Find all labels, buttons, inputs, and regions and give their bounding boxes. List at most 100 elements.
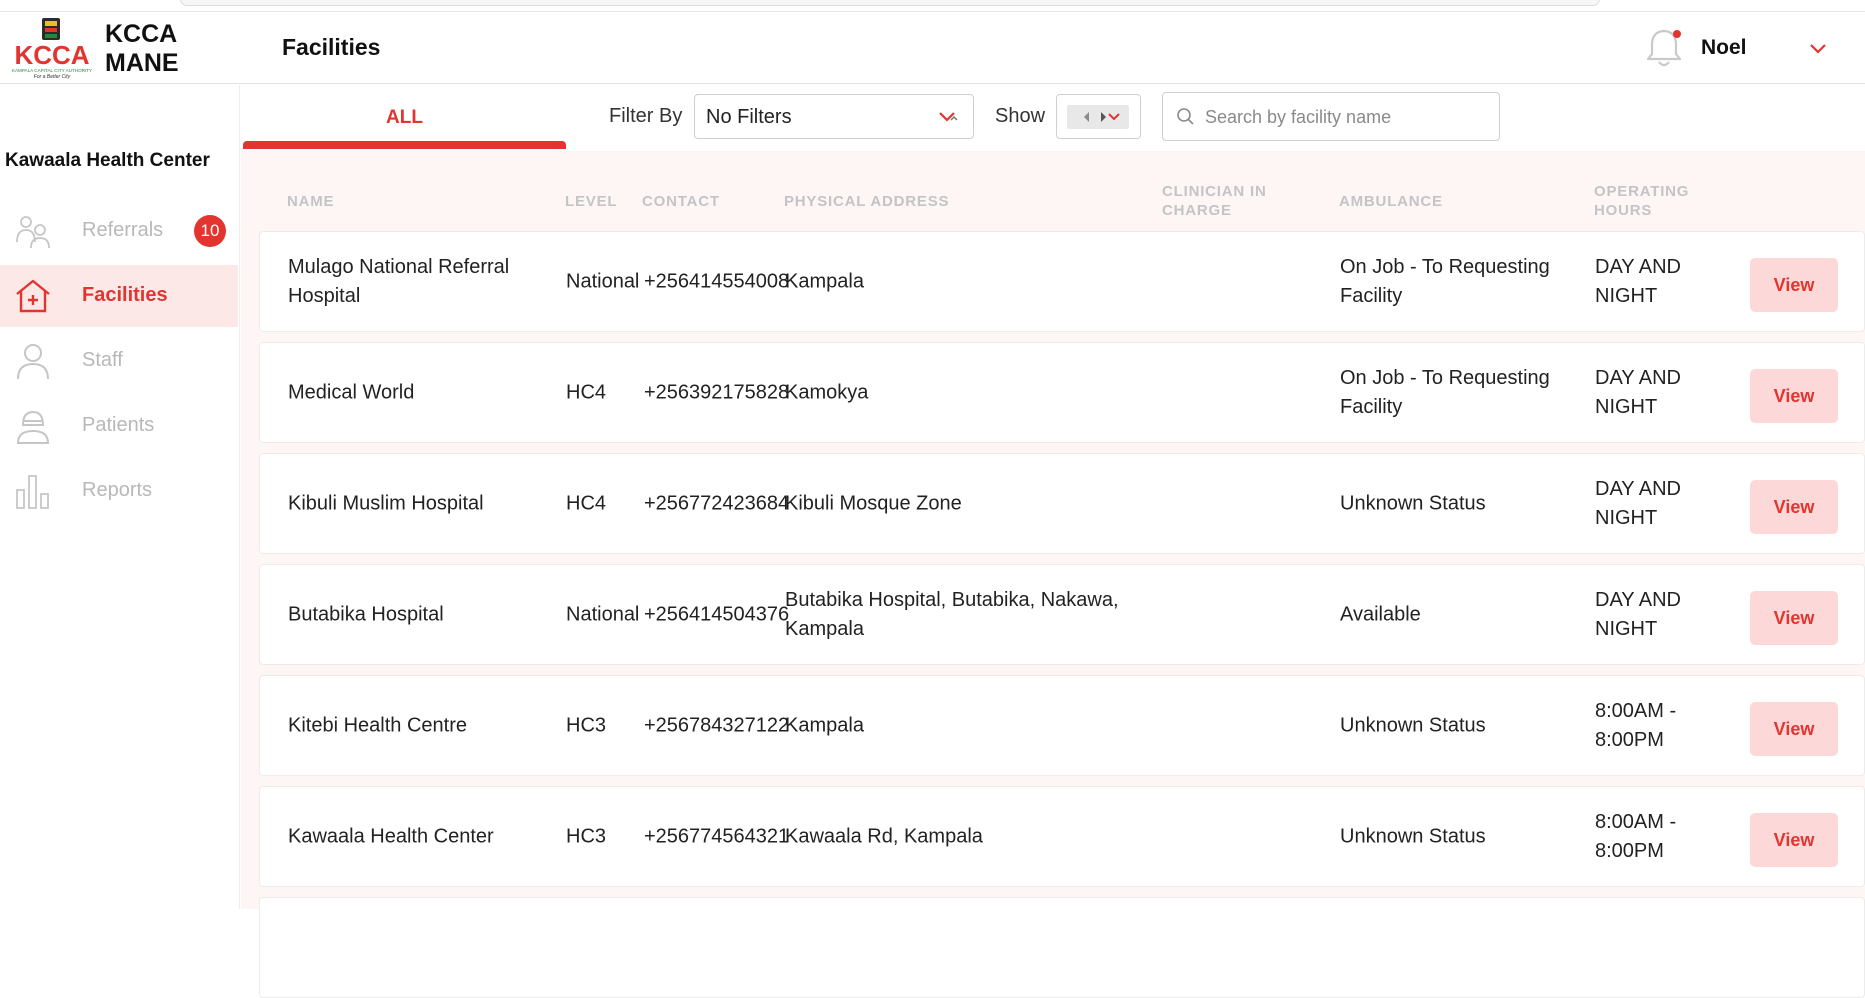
facility-name-cell: Kibuli Muslim Hospital: [288, 492, 484, 514]
view-button[interactable]: View: [1750, 813, 1838, 867]
table-row[interactable]: Medical World HC4 +256392175828 Kamokya …: [259, 342, 1865, 443]
ambulance-status-cell: Unknown Status: [1340, 714, 1486, 736]
sidebar-item-label: Facilities: [82, 284, 168, 306]
contact-cell: +256414504376: [644, 603, 790, 625]
address-cell: Kawaala Rd, Kampala: [785, 825, 983, 847]
operating-hours-cell: 8:00AM - 8:00PM: [1595, 810, 1677, 862]
logo-subtext: KAMPALA CAPITAL CITY AUTHORITY: [12, 68, 92, 73]
ambulance-status-cell: On Job - To Requesting Facility: [1340, 366, 1550, 418]
level-cell: National: [566, 270, 640, 292]
search-icon: [1177, 108, 1194, 125]
main-content: ALL Filter By No Filters Show Search by …: [241, 85, 1865, 998]
view-button[interactable]: View: [1750, 702, 1838, 756]
operating-hours-cell: 8:00AM - 8:00PM: [1595, 699, 1677, 751]
address-cell: Kampala: [785, 270, 864, 292]
view-button[interactable]: View: [1750, 258, 1838, 312]
contact-cell: +256772423684: [644, 492, 790, 514]
show-label: Show: [995, 105, 1046, 127]
sidebar-item-reports[interactable]: Reports: [0, 460, 238, 522]
search-input[interactable]: [1205, 103, 1485, 131]
facility-name-cell: Butabika Hospital: [288, 603, 444, 625]
level-cell: HC3: [566, 714, 607, 736]
browser-top-strip: [0, 0, 1865, 12]
chevron-down-icon[interactable]: [1808, 42, 1828, 56]
contact-cell: +256414554008: [644, 270, 790, 292]
tab-all-label: ALL: [386, 107, 423, 128]
view-button[interactable]: View: [1750, 480, 1838, 534]
sidebar-item-facilities[interactable]: Facilities: [0, 265, 238, 327]
address-bar-edge: [180, 0, 1600, 6]
column-header-name[interactable]: NAME: [287, 192, 334, 211]
bar-chart-icon: [14, 472, 52, 510]
filter-select-value: No Filters: [706, 106, 792, 128]
ambulance-status-cell: On Job - To Requesting Facility: [1340, 255, 1550, 307]
show-select-stepper[interactable]: [1067, 105, 1129, 129]
column-header-clinician[interactable]: CLINICIAN IN CHARGE: [1162, 182, 1292, 220]
facility-name-cell: Medical World: [288, 381, 415, 403]
brand-line-2: MANE: [105, 49, 179, 77]
show-count-select[interactable]: [1056, 94, 1141, 139]
facility-name-cell: Kawaala Health Center: [288, 825, 494, 847]
ambulance-status-cell: Available: [1340, 603, 1421, 625]
contact-cell: +256784327122: [644, 714, 790, 736]
sidebar: Kawaala Health Center Referrals 10 Facil…: [0, 85, 240, 909]
sidebar-item-referrals[interactable]: Referrals 10: [0, 200, 238, 262]
patient-icon: [14, 407, 52, 445]
table-row[interactable]: Kawaala Health Center HC3 +256774564321 …: [259, 786, 1865, 887]
logo-text: KCCA: [14, 40, 89, 70]
referrals-count-badge: 10: [194, 215, 226, 247]
table-row[interactable]: Mulago National Referral Hospital Nation…: [259, 231, 1865, 332]
operating-hours-cell: DAY AND NIGHT: [1595, 477, 1681, 529]
table-header: NAME LEVEL CONTACT PHYSICAL ADDRESS CLIN…: [241, 151, 1865, 231]
column-header-hours[interactable]: OPERATING HOURS: [1594, 182, 1704, 220]
address-cell: Kamokya: [785, 381, 869, 403]
level-cell: National: [566, 603, 640, 625]
sidebar-item-patients[interactable]: Patients: [0, 395, 238, 457]
app-header: KCCA KAMPALA CAPITAL CITY AUTHORITY For …: [0, 12, 1865, 84]
address-cell: Butabika Hospital, Butabika, Nakawa, Kam…: [785, 588, 1119, 640]
operating-hours-cell: DAY AND NIGHT: [1595, 366, 1681, 418]
notification-dot: [1673, 30, 1681, 38]
filter-by-label: Filter By: [609, 105, 683, 127]
column-header-level[interactable]: LEVEL: [565, 192, 617, 211]
address-cell: Kibuli Mosque Zone: [785, 492, 962, 514]
filter-select[interactable]: No Filters: [694, 94, 974, 139]
tab-all[interactable]: ALL: [242, 85, 567, 151]
column-header-contact[interactable]: CONTACT: [642, 192, 720, 211]
facility-name-cell: Kitebi Health Centre: [288, 714, 467, 736]
logo-tagline: For a Better City: [34, 74, 71, 80]
app-brand: KCCA MANE: [105, 20, 179, 78]
address-cell: Kampala: [785, 714, 864, 736]
ambulance-status-cell: Unknown Status: [1340, 825, 1486, 847]
user-name[interactable]: Noel: [1701, 36, 1747, 60]
facilities-table: NAME LEVEL CONTACT PHYSICAL ADDRESS CLIN…: [241, 151, 1865, 998]
level-cell: HC4: [566, 492, 607, 514]
brand-line-1: KCCA: [105, 20, 178, 48]
view-button[interactable]: View: [1750, 369, 1838, 423]
referrals-icon: [14, 212, 52, 250]
sidebar-item-label: Reports: [82, 479, 153, 501]
contact-cell: +256774564321: [644, 825, 790, 847]
facility-name-cell: Mulago National Referral Hospital: [288, 255, 510, 307]
sidebar-item-staff[interactable]: Staff: [0, 330, 238, 392]
active-tab-indicator: [243, 141, 566, 149]
sidebar-item-label: Referrals: [82, 219, 164, 241]
search-box[interactable]: [1162, 92, 1500, 141]
table-row[interactable]: Kibuli Muslim Hospital HC4 +256772423684…: [259, 453, 1865, 554]
ambulance-status-cell: Unknown Status: [1340, 492, 1486, 514]
page-title: Facilities: [282, 34, 381, 60]
kcca-logo[interactable]: KCCA KAMPALA CAPITAL CITY AUTHORITY For …: [8, 16, 96, 82]
level-cell: HC4: [566, 381, 607, 403]
view-button[interactable]: View: [1750, 591, 1838, 645]
contact-cell: +256392175828: [644, 381, 790, 403]
column-header-ambulance[interactable]: AMBULANCE: [1339, 192, 1443, 211]
sort-chevron-icon: [936, 109, 958, 125]
level-cell: HC3: [566, 825, 607, 847]
table-row[interactable]: Kitebi Health Centre HC3 +256784327122 K…: [259, 675, 1865, 776]
column-header-address[interactable]: PHYSICAL ADDRESS: [784, 192, 949, 211]
table-row[interactable]: [259, 897, 1865, 998]
table-row[interactable]: Butabika Hospital National +256414504376…: [259, 564, 1865, 665]
operating-hours-cell: DAY AND NIGHT: [1595, 588, 1681, 640]
current-facility-name: Kawaala Health Center: [5, 150, 210, 171]
table-toolbar: ALL Filter By No Filters Show: [241, 85, 1865, 151]
